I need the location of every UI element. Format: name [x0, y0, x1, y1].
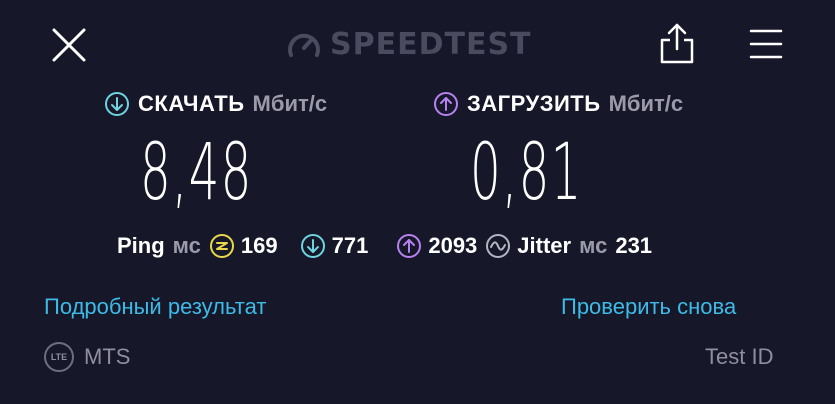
ping-row: Ping мс 169 771 2093 Jitter мс 231 [117, 230, 652, 262]
ping-label: Ping [117, 233, 165, 258]
share-icon [660, 23, 694, 64]
download-arrow-icon [105, 92, 129, 116]
upload-speed-value: 0,81 [470, 128, 583, 218]
speedtest-logo: SPEEDTEST [286, 22, 532, 66]
test-id-link[interactable]: Test ID [705, 344, 773, 370]
jitter-value: 231 [615, 233, 653, 258]
close-icon [52, 28, 86, 62]
test-again-link[interactable]: Проверить снова [561, 294, 736, 320]
logo-text: SPEEDTEST [330, 26, 532, 62]
ping-download-value: 771 [331, 233, 369, 258]
upload-unit: Мбит/с [608, 91, 684, 116]
download-ping-icon [300, 234, 325, 258]
ping-upload-value: 2093 [428, 233, 478, 258]
upload-ping-icon [397, 234, 422, 258]
share-button[interactable] [658, 22, 696, 66]
ping-idle-value: 169 [240, 233, 278, 258]
detailed-results-link[interactable]: Подробный результат [44, 294, 266, 320]
idle-ping-icon [209, 234, 234, 258]
ping-unit: мс [172, 233, 201, 258]
upload-title: ЗАГРУЗИТЬ [467, 91, 601, 116]
upload-arrow-icon [434, 92, 458, 116]
provider-info: LTE MTS [44, 342, 130, 372]
download-unit: Мбит/с [252, 91, 328, 116]
jitter-unit: мс [579, 233, 608, 258]
menu-button[interactable] [748, 26, 784, 62]
jitter-label: Jitter [517, 233, 572, 258]
hamburger-menu-icon [749, 29, 783, 59]
download-title: СКАЧАТЬ [138, 91, 245, 116]
download-header: СКАЧАТЬ Мбит/с [104, 88, 327, 120]
jitter-icon [486, 234, 511, 258]
gauge-icon [288, 33, 320, 57]
provider-name: MTS [84, 344, 131, 369]
close-button[interactable] [50, 26, 88, 64]
download-speed-value: 8,48 [140, 128, 253, 218]
lte-badge-icon: LTE [44, 342, 74, 372]
upload-header: ЗАГРУЗИТЬ Мбит/с [433, 88, 683, 120]
